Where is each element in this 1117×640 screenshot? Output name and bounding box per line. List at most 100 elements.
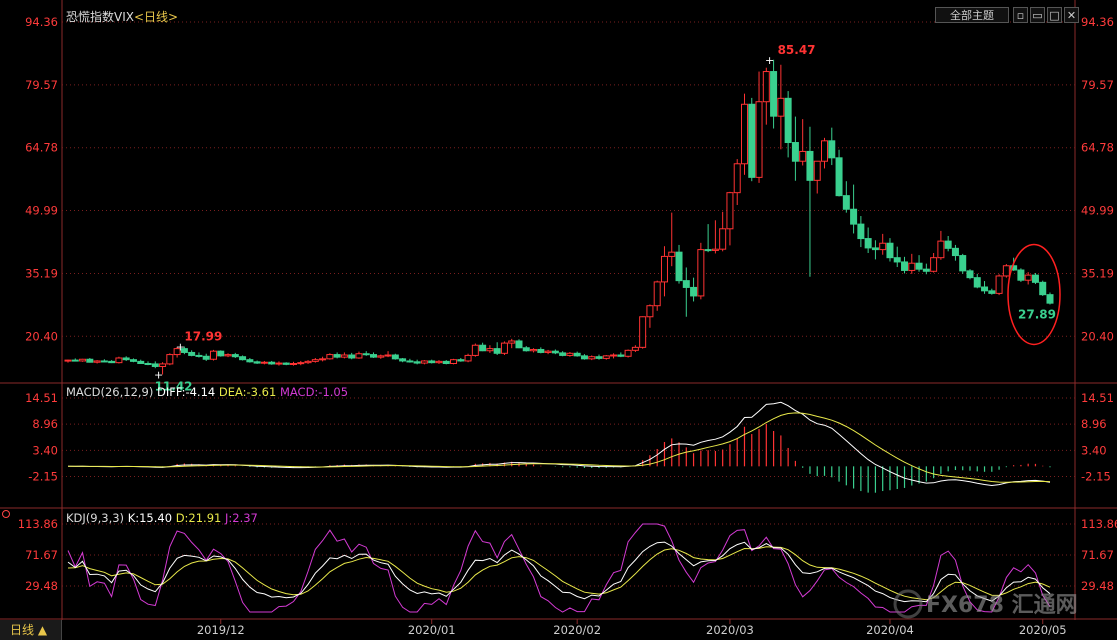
candle-body (690, 286, 698, 297)
time-tick-label: 2020/01 (408, 623, 456, 637)
candle-body (108, 360, 116, 364)
candle-body (188, 351, 196, 356)
candle-body (71, 359, 79, 362)
candle-body (479, 344, 487, 352)
candle-body (486, 348, 494, 352)
grid-layer (0, 0, 1117, 620)
candle-body (602, 355, 610, 359)
macd-tick-label-right: -2.15 (1081, 469, 1111, 483)
candle-body (835, 157, 843, 197)
candle-body (784, 97, 792, 144)
candle-body (413, 361, 421, 364)
candle-body (791, 142, 799, 162)
time-tick-label: 2020/03 (706, 623, 754, 637)
candle-body (711, 248, 719, 251)
watermark-text: FX678 汇通网 (926, 593, 1078, 618)
candle-body (631, 346, 639, 351)
candle-body (893, 257, 901, 263)
kdj-j: J:2.37 (225, 511, 258, 525)
candle-body (253, 361, 261, 364)
time-tick-label: 2019/12 (197, 623, 245, 637)
chart-title-bar: 恐慌指数VIX<日线> (66, 8, 178, 25)
macd-tick-label-right: 14.51 (1081, 391, 1114, 405)
macd-diff-line (67, 401, 1051, 487)
price-tick-label-left: 35.19 (25, 266, 58, 280)
candle-body (1046, 294, 1054, 304)
macd-panel[interactable] (67, 401, 1051, 493)
candle-body (544, 350, 552, 353)
candle-body (748, 103, 756, 178)
candle-body (159, 363, 167, 367)
candle-body (326, 354, 334, 360)
price-tick-label-left: 94.36 (25, 15, 58, 29)
candle-body (646, 305, 654, 318)
kdj-tick-label-right: 71.67 (1081, 548, 1114, 562)
price-tick-label-left: 20.40 (25, 329, 58, 343)
watermark: FX678 汇通网 (893, 589, 1078, 619)
candle-body (195, 354, 203, 357)
candle-body (420, 360, 428, 364)
price-panel[interactable]: +85.47+17.99+11.4227.89 (64, 43, 1061, 394)
candle-body (428, 360, 436, 364)
candle-body (86, 358, 94, 363)
candle-body (1024, 274, 1032, 281)
kdj-panel[interactable] (67, 523, 1051, 613)
settings-dot-icon[interactable] (2, 510, 10, 518)
candle-body (864, 238, 872, 249)
maximize-icon[interactable]: □ (1047, 7, 1062, 23)
price-tick-label-right: 49.99 (1081, 204, 1114, 218)
candle-body (1017, 269, 1025, 281)
watermark-logo-icon (893, 589, 923, 619)
candle-body (260, 361, 268, 364)
candle-body (151, 363, 159, 367)
candle-body (1039, 281, 1047, 296)
candle-body (886, 242, 894, 259)
candle-body (995, 275, 1003, 294)
candle-body (471, 344, 479, 356)
candle-body (64, 359, 72, 362)
candle-body (275, 362, 283, 365)
candle-body (79, 358, 87, 362)
candle-body (682, 280, 690, 288)
candle-body (777, 97, 785, 117)
candle-body (944, 240, 952, 249)
candle-body (660, 255, 668, 283)
restore-icon[interactable]: ▫ (1013, 7, 1028, 23)
candle-body (915, 262, 923, 270)
candle-body (857, 223, 865, 240)
candle-body (653, 281, 661, 307)
candle-body (770, 71, 778, 117)
price-tick-label-right: 20.40 (1081, 329, 1114, 343)
candle-body (908, 262, 916, 271)
macd-dea: DEA:-3.61 (218, 385, 277, 399)
candle-body (588, 356, 596, 360)
candle-body (966, 270, 974, 279)
close-icon[interactable]: ✕ (1064, 7, 1079, 23)
candle-body (370, 354, 378, 358)
candle-body (246, 359, 254, 363)
candle-body (508, 340, 516, 344)
candle-body (617, 354, 625, 357)
candle-body (282, 362, 290, 365)
kdj-d: D:21.91 (175, 511, 222, 525)
theme-button[interactable]: 全部主题 (935, 7, 1009, 23)
candle-body (493, 348, 501, 354)
candle-body (668, 251, 676, 257)
candle-body (639, 316, 647, 348)
macd-value: MACD:-1.05 (279, 385, 349, 399)
period-button[interactable]: 日线 ▲ (0, 620, 62, 640)
kdj-params: KDJ(9,3,3) (66, 511, 125, 525)
minimize-icon[interactable]: ▭ (1030, 7, 1045, 23)
candle-body (537, 348, 545, 353)
candle-body (239, 356, 247, 361)
candle-body (122, 357, 130, 361)
candle-body (406, 360, 414, 363)
period-label[interactable]: <日线> (134, 10, 178, 24)
macd-tick-label-left: 8.96 (32, 417, 58, 431)
candle-body (610, 354, 618, 357)
candle-body (1031, 274, 1039, 283)
price-tick-label-right: 35.19 (1081, 266, 1114, 280)
candle-body (209, 350, 217, 360)
candle-body (624, 349, 632, 357)
candle-body (137, 360, 145, 365)
